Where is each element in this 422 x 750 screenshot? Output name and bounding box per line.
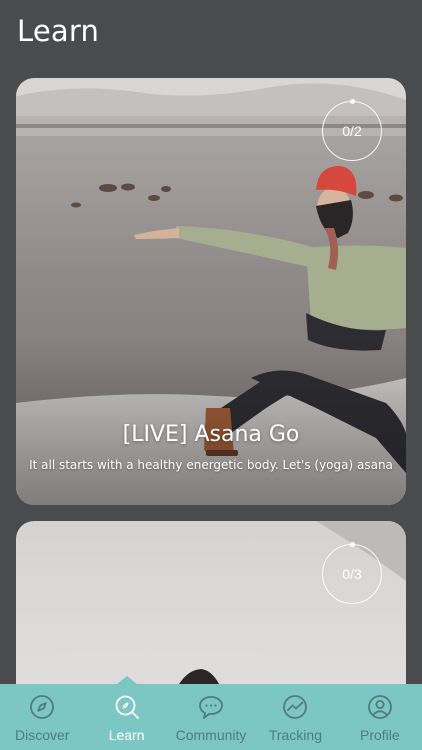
course-progress-text: 0/2 bbox=[342, 123, 362, 139]
user-icon bbox=[367, 695, 392, 719]
tab-discover[interactable]: Discover bbox=[0, 684, 84, 750]
tab-label: Learn bbox=[108, 727, 145, 743]
progress-indicator-dot bbox=[349, 542, 355, 547]
tab-label: Profile bbox=[359, 727, 400, 743]
active-tab-indicator bbox=[116, 676, 137, 684]
course-progress-ring: 0/2 bbox=[322, 99, 382, 161]
tab-label: Community bbox=[175, 727, 247, 743]
course-progress-text: 0/3 bbox=[342, 566, 362, 582]
compass-icon bbox=[30, 695, 55, 719]
course-card[interactable]: 0/2 [LIVE] Asana Go It all starts with a… bbox=[16, 78, 406, 505]
search-icon bbox=[115, 695, 139, 719]
trend-chart-icon bbox=[283, 695, 308, 719]
course-progress-ring: 0/3 bbox=[322, 542, 382, 604]
course-subtitle: It all starts with a healthy energetic b… bbox=[29, 458, 393, 472]
tab-community[interactable]: Community bbox=[169, 684, 253, 750]
page-title: Learn bbox=[17, 14, 100, 48]
course-title: [LIVE] Asana Go bbox=[122, 422, 300, 447]
tab-tracking[interactable]: Tracking bbox=[253, 684, 337, 750]
progress-indicator-dot bbox=[349, 99, 355, 104]
bottom-tab-bar: Discover Learn Community Tracking Profil… bbox=[0, 676, 422, 750]
tab-label: Discover bbox=[14, 727, 70, 743]
tab-profile[interactable]: Profile bbox=[338, 684, 422, 750]
chat-bubble-icon bbox=[199, 696, 223, 719]
tab-label: Tracking bbox=[268, 727, 322, 743]
tab-learn[interactable]: Learn bbox=[84, 676, 168, 750]
